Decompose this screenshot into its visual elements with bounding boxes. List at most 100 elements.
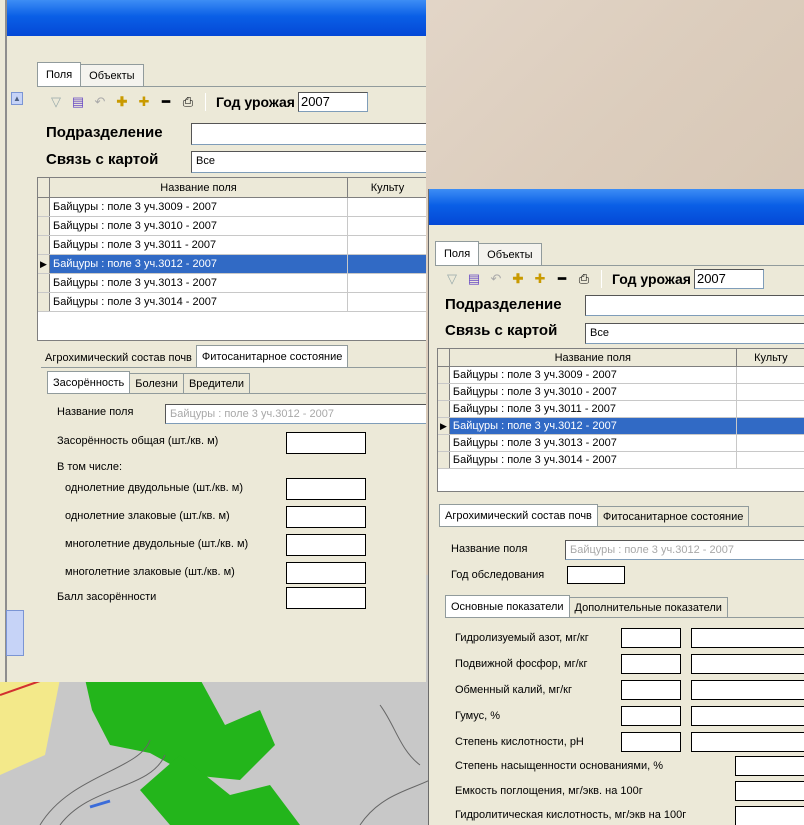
- column-field-name[interactable]: Название поля: [50, 178, 348, 197]
- background-window-strip: [0, 0, 6, 682]
- indicator-input[interactable]: [735, 806, 804, 825]
- indicator-input[interactable]: [735, 781, 804, 801]
- tab-phytosanitary[interactable]: Фитосанитарное состояние: [195, 345, 349, 367]
- table-row[interactable]: Байцуры : поле 3 уч.3009 - 2007: [438, 367, 804, 384]
- map-link-select[interactable]: Все: [191, 151, 426, 173]
- table-row[interactable]: Байцуры : поле 3 уч.3011 - 2007: [38, 236, 426, 255]
- harvest-year-input[interactable]: 2007: [693, 269, 764, 289]
- indicator-input[interactable]: [621, 680, 681, 700]
- map-link-select[interactable]: Все: [585, 323, 804, 344]
- table-row-selected[interactable]: ▶ Байцуры : поле 3 уч.3012 - 2007: [38, 255, 426, 274]
- weed-item-label: однолетние двудольные (шт./кв. м): [65, 482, 244, 494]
- survey-year-label: Год обследования: [451, 569, 545, 581]
- harvest-year-label: Год урожая: [612, 271, 691, 287]
- harvest-year-label: Год урожая: [216, 94, 295, 110]
- weed-item-input[interactable]: [286, 534, 366, 556]
- tab-diseases[interactable]: Болезни: [129, 373, 184, 393]
- phyto-subtabs: Засорённость Болезни Вредители: [47, 371, 251, 393]
- delete-icon[interactable]: ━: [551, 268, 573, 290]
- table-row-selected[interactable]: ▶ Байцуры : поле 3 уч.3012 - 2007: [438, 418, 804, 435]
- indicator-input-secondary[interactable]: [691, 732, 804, 752]
- tab-main-indicators[interactable]: Основные показатели: [445, 595, 570, 617]
- print-icon[interactable]: ⎙: [177, 91, 199, 113]
- table-row[interactable]: Байцуры : поле 3 уч.3011 - 2007: [438, 401, 804, 418]
- indicator-input-secondary[interactable]: [691, 628, 804, 648]
- column-field-name[interactable]: Название поля: [450, 349, 737, 366]
- tab-weediness[interactable]: Засорённость: [47, 371, 131, 393]
- subdivision-label: Подразделение: [445, 296, 562, 313]
- tab-agrochem[interactable]: Агрохимический состав почв: [439, 504, 598, 526]
- table-row[interactable]: Байцуры : поле 3 уч.3014 - 2007: [38, 293, 426, 312]
- toolbar-separator: [601, 270, 602, 288]
- table-row[interactable]: Байцуры : поле 3 уч.3010 - 2007: [38, 217, 426, 236]
- subdivision-label: Подразделение: [46, 124, 163, 141]
- scroll-up-button[interactable]: ▲: [11, 92, 23, 105]
- tab-objects[interactable]: Объекты: [80, 64, 144, 86]
- tab-pests[interactable]: Вредители: [182, 373, 251, 393]
- print-icon[interactable]: ⎙: [573, 268, 595, 290]
- add-record-icon[interactable]: ✚: [529, 268, 551, 290]
- tab-agrochem[interactable]: Агрохимический состав почв: [41, 349, 196, 367]
- filter-icon[interactable]: ▽: [45, 91, 67, 113]
- subdivision-input[interactable]: [585, 295, 804, 316]
- survey-year-input[interactable]: [567, 566, 625, 584]
- field-name-input[interactable]: Байцуры : поле 3 уч.3012 - 2007: [565, 540, 804, 560]
- harvest-year-input[interactable]: 2007: [297, 92, 368, 112]
- indicator-input[interactable]: [621, 732, 681, 752]
- weed-total-label: Засорённость общая (шт./кв. м): [57, 435, 219, 447]
- fields-grid: Название поля Культу Байцуры : поле 3 уч…: [37, 177, 426, 341]
- weed-item-input[interactable]: [286, 478, 366, 500]
- vertical-scrollbar[interactable]: [6, 610, 24, 656]
- indicator-label: Степень насыщенности основаниями, %: [455, 760, 663, 772]
- weed-item-label: многолетние злаковые (шт./кв. м): [65, 566, 235, 578]
- weed-score-input[interactable]: [286, 587, 366, 609]
- table-row[interactable]: Байцуры : поле 3 уч.3013 - 2007: [438, 435, 804, 452]
- edit-icon[interactable]: ▤: [463, 268, 485, 290]
- undo-icon[interactable]: ↶: [485, 268, 507, 290]
- indicator-input-secondary[interactable]: [691, 654, 804, 674]
- indicator-input[interactable]: [621, 628, 681, 648]
- weediness-panel: [47, 393, 426, 653]
- section-tabs: Агрохимический состав почв Фитосанитарно…: [439, 504, 750, 526]
- undo-icon[interactable]: ↶: [89, 91, 111, 113]
- delete-icon[interactable]: ━: [155, 91, 177, 113]
- row-pointer-icon: ▶: [438, 418, 450, 434]
- table-row[interactable]: Байцуры : поле 3 уч.3014 - 2007: [438, 452, 804, 469]
- edit-icon[interactable]: ▤: [67, 91, 89, 113]
- weed-item-input[interactable]: [286, 506, 366, 528]
- toolbar-separator: [205, 93, 206, 111]
- indicator-tabs: Основные показатели Дополнительные показ…: [445, 595, 728, 617]
- including-label: В том числе:: [57, 461, 123, 473]
- tab-fields[interactable]: Поля: [37, 62, 82, 86]
- subdivision-input[interactable]: [191, 123, 426, 145]
- tab-fields[interactable]: Поля: [435, 241, 480, 265]
- indicator-label: Степень кислотности, pH: [455, 736, 584, 748]
- tab-extra-indicators[interactable]: Дополнительные показатели: [568, 597, 728, 617]
- weed-total-input[interactable]: [286, 432, 366, 454]
- indicator-input-secondary[interactable]: [691, 706, 804, 726]
- window-titlebar[interactable]: [7, 0, 426, 36]
- indicator-label: Емкость поглощения, мг/экв. на 100г: [455, 785, 643, 797]
- indicator-input-secondary[interactable]: [691, 680, 804, 700]
- column-culture[interactable]: Культу: [737, 349, 804, 366]
- indicator-input[interactable]: [621, 706, 681, 726]
- toolbar: ▽ ▤ ↶ ✚ ✚ ━ ⎙ Год урожая 2007: [45, 90, 368, 114]
- tab-objects[interactable]: Объекты: [478, 243, 542, 265]
- table-row[interactable]: Байцуры : поле 3 уч.3009 - 2007: [38, 198, 426, 217]
- column-culture[interactable]: Культу: [348, 178, 426, 197]
- top-tabs: Поля Объекты: [37, 62, 144, 86]
- add-icon[interactable]: ✚: [111, 91, 133, 113]
- indicator-input[interactable]: [621, 654, 681, 674]
- tab-phytosanitary[interactable]: Фитосанитарное состояние: [596, 506, 750, 526]
- field-name-label: Название поля: [451, 543, 528, 555]
- window-titlebar[interactable]: [429, 189, 804, 225]
- fields-grid: Название поля Культу Байцуры : поле 3 уч…: [437, 348, 804, 492]
- add-record-icon[interactable]: ✚: [133, 91, 155, 113]
- filter-icon[interactable]: ▽: [441, 268, 463, 290]
- indicator-input[interactable]: [735, 756, 804, 776]
- field-name-input[interactable]: Байцуры : поле 3 уч.3012 - 2007: [165, 404, 426, 424]
- table-row[interactable]: Байцуры : поле 3 уч.3010 - 2007: [438, 384, 804, 401]
- add-icon[interactable]: ✚: [507, 268, 529, 290]
- table-row[interactable]: Байцуры : поле 3 уч.3013 - 2007: [38, 274, 426, 293]
- weed-item-input[interactable]: [286, 562, 366, 584]
